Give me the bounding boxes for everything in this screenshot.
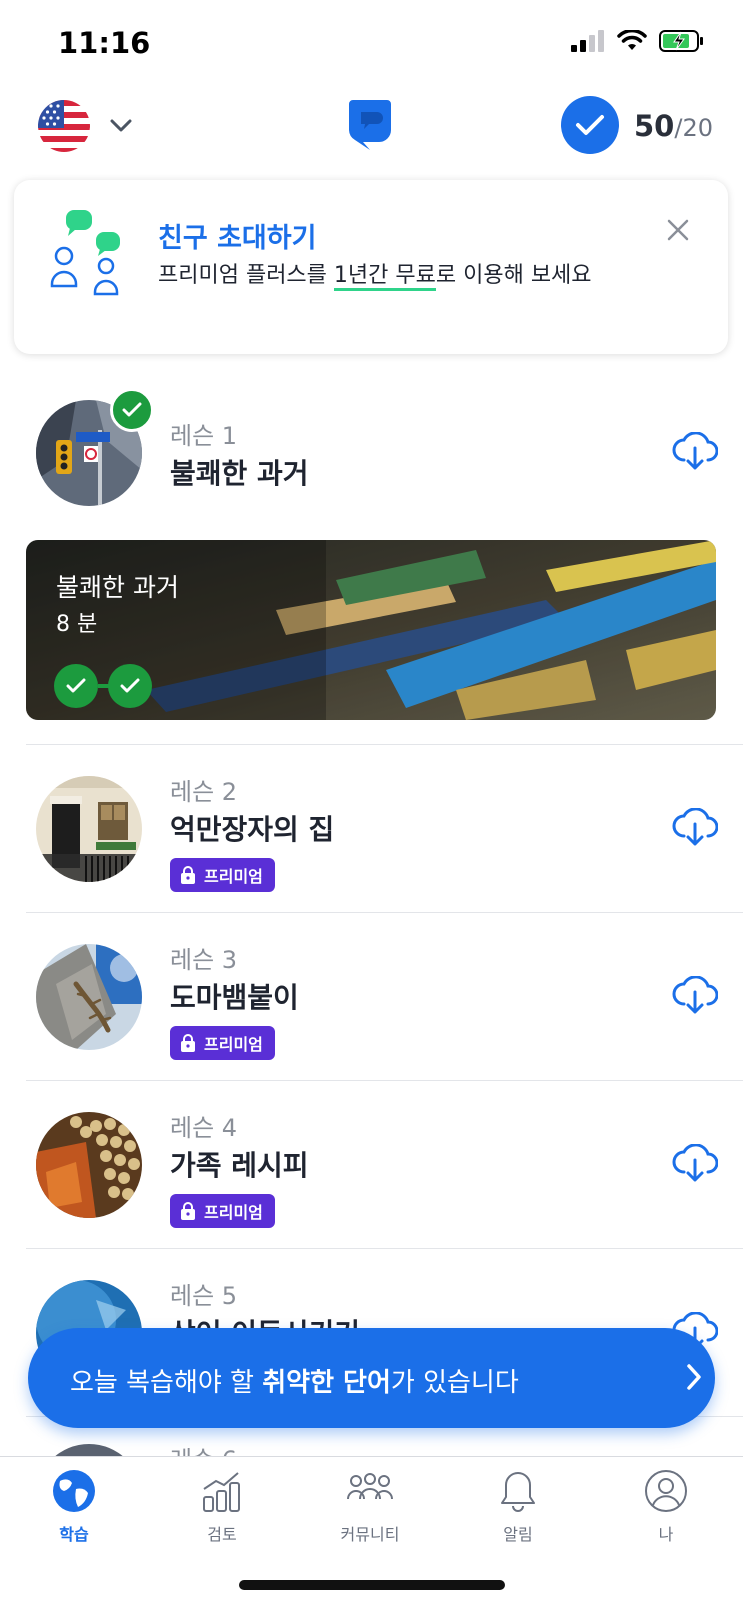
- step-complete-icon: [54, 664, 98, 708]
- lesson-item[interactable]: 레슨 6: [0, 1444, 743, 1456]
- tab-profile-label: 나: [658, 1525, 674, 1544]
- wifi-icon: [617, 30, 647, 50]
- invite-highlight: 1년간 무료: [333, 263, 436, 291]
- premium-badge-label: 프리미엄: [204, 1203, 263, 1222]
- premium-badge-label: 프리미엄: [204, 867, 263, 886]
- lesson-item[interactable]: 레슨 3 도마뱀붙이 프리미엄: [0, 944, 743, 1064]
- home-indicator[interactable]: [239, 1580, 505, 1590]
- tab-community-label: 커뮤니티: [340, 1525, 400, 1544]
- cloud-download-icon[interactable]: [672, 976, 718, 1016]
- premium-badge: 프리미엄: [170, 1026, 275, 1060]
- chevron-right-icon: [687, 1364, 701, 1390]
- divider: [26, 1080, 743, 1081]
- invite-title: 친구 초대하기: [158, 223, 317, 254]
- lesson-title: 불쾌한 과거: [170, 457, 309, 490]
- lesson-title: 도마뱀붙이: [170, 981, 299, 1014]
- weak-words-review-banner[interactable]: 오늘 복습해야 할 취약한 단어가 있습니다: [28, 1328, 715, 1428]
- status-bar: 11:16: [0, 0, 743, 88]
- premium-badge-label: 프리미엄: [204, 1035, 263, 1054]
- globe-icon: [53, 1470, 95, 1512]
- battery-charging-icon: [659, 30, 703, 52]
- bar-chart-icon: [203, 1472, 240, 1512]
- step-complete-icon: [108, 664, 152, 708]
- cloud-download-icon[interactable]: [672, 808, 718, 848]
- streak-count: 50: [634, 109, 675, 143]
- completed-check-icon: [110, 388, 154, 432]
- divider: [26, 912, 743, 913]
- lock-icon: [181, 1202, 195, 1220]
- tab-learn[interactable]: 학습: [14, 1469, 134, 1545]
- invite-friends-card[interactable]: 친구 초대하기 프리미엄 플러스를 1년간 무료로 이용해 보세요: [14, 180, 728, 354]
- activity-duration: 8 분: [56, 612, 98, 637]
- activity-title: 불쾌한 과거: [56, 573, 179, 602]
- premium-badge: 프리미엄: [170, 858, 275, 892]
- tab-review-label: 검토: [207, 1525, 237, 1544]
- lesson-number: 레슨 5: [170, 1282, 238, 1310]
- divider: [26, 1248, 743, 1249]
- lesson-thumbnail: [36, 1444, 142, 1456]
- streak-goal: /20: [674, 114, 713, 142]
- premium-badge: 프리미엄: [170, 1194, 275, 1228]
- cloud-download-icon[interactable]: [672, 1144, 718, 1184]
- profile-icon: [645, 1470, 687, 1512]
- lesson-number: 레슨 4: [170, 1114, 238, 1142]
- review-banner-text: 오늘 복습해야 할 취약한 단어가 있습니다: [70, 1368, 519, 1398]
- cellular-signal-icon: [571, 30, 604, 52]
- lesson-number: 레슨 1: [170, 422, 238, 450]
- bell-icon: [501, 1472, 535, 1512]
- lesson-item[interactable]: 레슨 2 억만장자의 집 프리미엄: [0, 776, 743, 896]
- lesson-thumbnail: [36, 1112, 142, 1218]
- lesson-item[interactable]: 레슨 4 가족 레시피 프리미엄: [0, 1112, 743, 1232]
- streak-counter[interactable]: 50/20: [634, 109, 713, 143]
- app-logo-icon: [349, 100, 391, 150]
- lesson-number: 레슨 6: [170, 1444, 237, 1456]
- lock-icon: [181, 866, 195, 884]
- lesson-title: 가족 레시피: [170, 1149, 309, 1182]
- lesson-thumbnail: [36, 944, 142, 1050]
- invite-description: 프리미엄 플러스를 1년간 무료로 이용해 보세요: [158, 258, 638, 294]
- cloud-download-icon[interactable]: [672, 432, 718, 472]
- tab-notifications[interactable]: 알림: [458, 1469, 578, 1545]
- invite-friends-illustration-icon: [50, 210, 120, 296]
- tab-community[interactable]: 커뮤니티: [310, 1469, 430, 1545]
- people-icon: [347, 1473, 393, 1500]
- lesson-activity-card[interactable]: 불쾌한 과거 8 분: [26, 540, 716, 720]
- tab-notifications-label: 알림: [503, 1525, 533, 1544]
- lesson-item[interactable]: 레슨 1 불쾌한 과거: [0, 388, 743, 510]
- status-time: 11:16: [58, 26, 151, 60]
- top-bar: 50/20: [0, 88, 743, 188]
- lesson-number: 레슨 3: [170, 946, 238, 974]
- lesson-title: 억만장자의 집: [170, 813, 335, 846]
- us-flag-icon[interactable]: [38, 100, 90, 152]
- divider: [26, 744, 743, 745]
- chevron-down-icon[interactable]: [108, 112, 134, 138]
- lesson-number: 레슨 2: [170, 778, 238, 806]
- close-icon[interactable]: [666, 218, 690, 242]
- lock-icon: [181, 1034, 195, 1052]
- tab-profile[interactable]: 나: [606, 1469, 726, 1545]
- tab-review[interactable]: 검토: [162, 1469, 282, 1545]
- status-icons: [571, 30, 705, 52]
- lesson-thumbnail: [36, 776, 142, 882]
- tab-learn-label: 학습: [59, 1525, 89, 1544]
- streak-check-icon[interactable]: [561, 96, 619, 154]
